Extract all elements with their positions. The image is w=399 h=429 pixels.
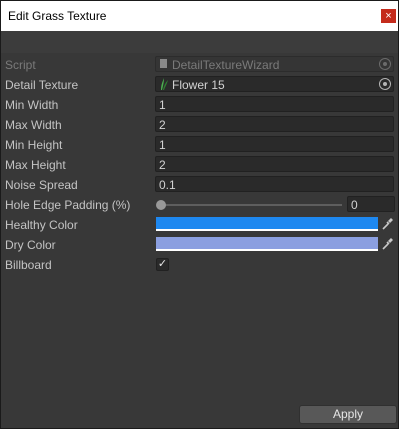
hole-edge-padding-slider-track[interactable] — [160, 204, 342, 206]
row-max-width: Max Width 2 — [1, 115, 398, 135]
hole-edge-padding-slider-handle[interactable] — [156, 200, 166, 210]
min-width-value: 1 — [159, 98, 166, 112]
min-width-input[interactable]: 1 — [155, 96, 394, 112]
row-max-height: Max Height 2 — [1, 155, 398, 175]
detail-texture-label: Detail Texture — [5, 78, 79, 92]
eyedropper-icon[interactable] — [381, 237, 394, 251]
billboard-label: Billboard — [5, 258, 52, 272]
row-billboard: Billboard ✓ — [1, 255, 398, 275]
max-width-value: 2 — [159, 118, 166, 132]
row-min-height: Min Height 1 — [1, 135, 398, 155]
max-height-value: 2 — [159, 158, 166, 172]
close-button[interactable]: × — [381, 9, 396, 23]
min-width-label: Min Width — [5, 98, 59, 112]
noise-spread-input[interactable]: 0.1 — [155, 176, 394, 192]
window-title: Edit Grass Texture — [8, 9, 107, 23]
eyedropper-icon[interactable] — [381, 217, 394, 231]
dry-color-swatch[interactable] — [156, 237, 378, 251]
detail-texture-field[interactable]: Flower 15 — [155, 76, 394, 92]
script-value: DetailTextureWizard — [172, 58, 280, 72]
max-width-label: Max Width — [5, 118, 62, 132]
healthy-color-alpha-bar — [156, 229, 378, 231]
grass-leaf-icon — [161, 78, 168, 90]
max-width-input[interactable]: 2 — [155, 116, 394, 132]
row-dry-color: Dry Color — [1, 235, 398, 255]
min-height-value: 1 — [159, 138, 166, 152]
healthy-color-label: Healthy Color — [5, 218, 78, 232]
row-noise-spread: Noise Spread 0.1 — [1, 175, 398, 195]
detail-texture-value: Flower 15 — [172, 78, 225, 92]
row-min-width: Min Width 1 — [1, 95, 398, 115]
script-field: DetailTextureWizard — [155, 56, 394, 72]
healthy-color-swatch[interactable] — [156, 217, 378, 231]
billboard-checkbox[interactable]: ✓ — [156, 258, 169, 271]
noise-spread-label: Noise Spread — [5, 178, 78, 192]
healthy-color-bar — [156, 217, 378, 229]
row-script: Script DetailTextureWizard — [1, 55, 398, 75]
hole-edge-padding-value: 0 — [351, 198, 358, 212]
dry-color-alpha-bar — [156, 249, 378, 251]
noise-spread-value: 0.1 — [159, 178, 176, 192]
min-height-input[interactable]: 1 — [155, 136, 394, 152]
script-file-icon — [160, 59, 167, 68]
hole-edge-padding-label: Hole Edge Padding (%) — [5, 198, 131, 212]
row-healthy-color: Healthy Color — [1, 215, 398, 235]
min-height-label: Min Height — [5, 138, 63, 152]
row-detail-texture: Detail Texture Flower 15 — [1, 75, 398, 95]
max-height-input[interactable]: 2 — [155, 156, 394, 172]
apply-button[interactable]: Apply — [299, 405, 397, 424]
hole-edge-padding-input[interactable]: 0 — [347, 196, 395, 212]
toolbar-strip — [1, 31, 398, 53]
object-picker-icon[interactable] — [379, 78, 391, 90]
max-height-label: Max Height — [5, 158, 66, 172]
title-bar: Edit Grass Texture × — [1, 1, 398, 31]
row-hole-edge-padding: Hole Edge Padding (%) 0 — [1, 195, 398, 215]
script-label: Script — [5, 58, 36, 72]
dry-color-bar — [156, 237, 378, 249]
script-picker-icon — [379, 58, 391, 70]
editor-window: Edit Grass Texture × Script DetailTextur… — [0, 0, 399, 429]
dry-color-label: Dry Color — [5, 238, 56, 252]
